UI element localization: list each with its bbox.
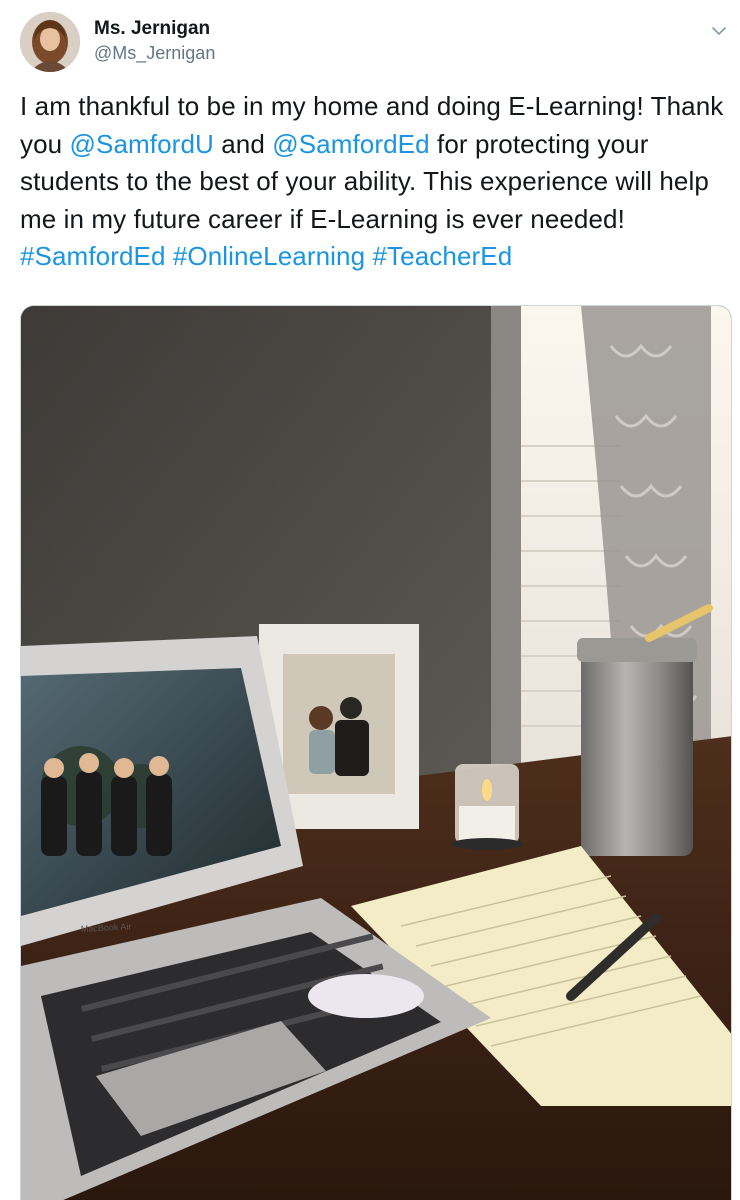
photo-illustration: MacBook Air [21,306,731,1200]
user-handle[interactable]: @Ms_Jernigan [94,42,215,64]
hashtag-link[interactable]: #TeacherEd [373,241,513,271]
tweet-header: Ms. Jernigan @Ms_Jernigan [20,12,732,74]
tweet-menu-button[interactable] [706,18,732,44]
profile-photo-icon [20,12,80,72]
tweet-text-segment [365,241,372,271]
tweet-photo[interactable]: MacBook Air [20,305,732,1200]
tweet: Ms. Jernigan @Ms_Jernigan I am thankful … [0,0,740,1200]
mention-link[interactable]: @SamfordEd [272,129,429,159]
user-names: Ms. Jernigan @Ms_Jernigan [94,18,215,64]
display-name[interactable]: Ms. Jernigan [94,18,215,40]
mention-link[interactable]: @SamfordU [70,129,214,159]
tweet-text: I am thankful to be in my home and doing… [20,88,726,276]
avatar[interactable] [20,12,80,72]
tweet-text-segment: and [213,128,273,159]
chevron-down-icon [712,27,726,35]
tweet-text-segment [166,241,173,271]
hashtag-link[interactable]: #OnlineLearning [173,241,365,271]
hashtag-link[interactable]: #SamfordEd [20,241,166,271]
